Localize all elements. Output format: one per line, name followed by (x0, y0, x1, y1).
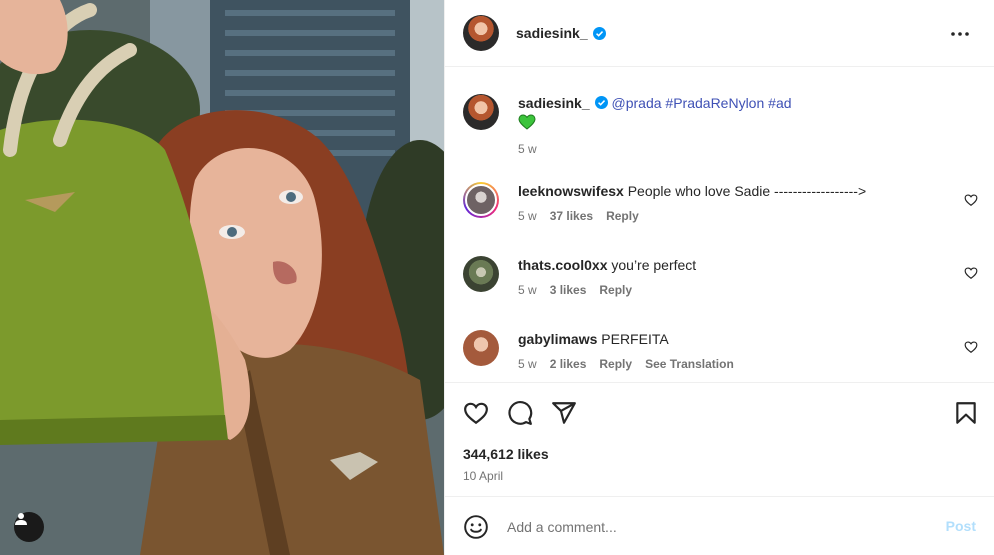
hashtag-link[interactable]: #PradaReNylon (665, 95, 764, 111)
like-comment-heart-icon[interactable] (964, 266, 978, 280)
comment-text: leeknowswifesx People who love Sadie ---… (518, 182, 958, 200)
comment-content: you’re perfect (611, 257, 697, 273)
verified-icon (592, 26, 606, 40)
comment-meta: 5 w 3 likes Reply (518, 283, 958, 297)
caption-text: sadiesink_ @prada #PradaReNylon #ad (518, 94, 958, 112)
comments-list[interactable]: sadiesink_ @prada #PradaReNylon #ad 5 w (445, 67, 994, 382)
user-tag-button[interactable] (14, 512, 44, 542)
caption-emoji (518, 114, 958, 134)
like-comment-heart-icon[interactable] (964, 193, 978, 207)
avatar[interactable] (463, 94, 499, 130)
comment-likes[interactable]: 2 likes (550, 357, 587, 371)
comment: leeknowswifesx People who love Sadie ---… (463, 182, 958, 223)
share-icon (552, 402, 576, 424)
comment-likes[interactable]: 3 likes (550, 283, 587, 297)
timestamp: 5 w (518, 142, 537, 156)
caption-username[interactable]: sadiesink_ (518, 95, 590, 111)
like-comment-heart-icon[interactable] (964, 340, 978, 354)
post-actions: 344,612 likes 10 April (445, 382, 994, 497)
see-translation-button[interactable]: See Translation (645, 357, 734, 371)
save-button[interactable] (953, 400, 979, 426)
post-header: sadiesink_ (445, 0, 994, 67)
green-heart-icon (518, 114, 536, 130)
post-author: sadiesink_ (516, 25, 606, 41)
reply-button[interactable]: Reply (599, 357, 632, 371)
avatar[interactable] (463, 330, 499, 366)
comment-username[interactable]: thats.cool0xx (518, 257, 607, 273)
comment-body: thats.cool0xx you’re perfect 5 w 3 likes… (518, 256, 958, 297)
reply-button[interactable]: Reply (606, 209, 639, 223)
caption-body: sadiesink_ @prada #PradaReNylon #ad 5 w (518, 94, 958, 156)
timestamp: 5 w (518, 209, 537, 223)
caption-meta: 5 w (518, 142, 958, 156)
timestamp: 5 w (518, 283, 537, 297)
more-options-button[interactable] (948, 22, 972, 46)
avatar[interactable] (463, 15, 499, 51)
like-button[interactable] (463, 400, 489, 426)
post-photo-illustration (0, 0, 444, 555)
comment-content: PERFEITA (601, 331, 669, 347)
likes-count[interactable]: 344,612 likes (463, 446, 549, 462)
avatar[interactable] (463, 256, 499, 292)
comment-username[interactable]: leeknowswifesx (518, 183, 624, 199)
comment-username[interactable]: gabylimaws (518, 331, 597, 347)
username-link[interactable]: sadiesink_ (516, 25, 588, 41)
verified-icon (594, 96, 608, 109)
post-image[interactable] (0, 0, 444, 555)
comment-content: People who love Sadie ------------------… (627, 183, 867, 199)
comment: gabylimaws PERFEITA 5 w 2 likes Reply Se… (463, 330, 958, 371)
share-button[interactable] (551, 400, 577, 426)
comment-button[interactable] (507, 400, 533, 426)
comment-icon (508, 401, 533, 425)
avatar[interactable] (463, 182, 499, 218)
reply-button[interactable]: Reply (599, 283, 632, 297)
comment-body: leeknowswifesx People who love Sadie ---… (518, 182, 958, 223)
heart-icon (464, 402, 488, 425)
comment-body: gabylimaws PERFEITA 5 w 2 likes Reply Se… (518, 330, 958, 371)
more-icon (951, 32, 969, 36)
comment-input[interactable] (507, 518, 907, 535)
post-details-panel: sadiesink_ sadiesink_ @prada #PradaReNyl… (444, 0, 994, 555)
mention-link[interactable]: @prada (612, 95, 662, 111)
comment-likes[interactable]: 37 likes (550, 209, 593, 223)
emoji-icon[interactable] (463, 514, 489, 540)
post-comment-button[interactable]: Post (946, 518, 976, 534)
user-tag-icon (15, 513, 27, 525)
comment-composer: Post (445, 498, 994, 555)
post-date[interactable]: 10 April (463, 469, 503, 483)
bookmark-icon (956, 402, 976, 424)
caption: sadiesink_ @prada #PradaReNylon #ad 5 w (463, 94, 958, 156)
comment: thats.cool0xx you’re perfect 5 w 3 likes… (463, 256, 958, 297)
comment-text: gabylimaws PERFEITA (518, 330, 958, 348)
comment-text: thats.cool0xx you’re perfect (518, 256, 958, 274)
comment-meta: 5 w 37 likes Reply (518, 209, 958, 223)
timestamp: 5 w (518, 357, 537, 371)
comment-meta: 5 w 2 likes Reply See Translation (518, 357, 958, 371)
hashtag-link[interactable]: #ad (768, 95, 791, 111)
